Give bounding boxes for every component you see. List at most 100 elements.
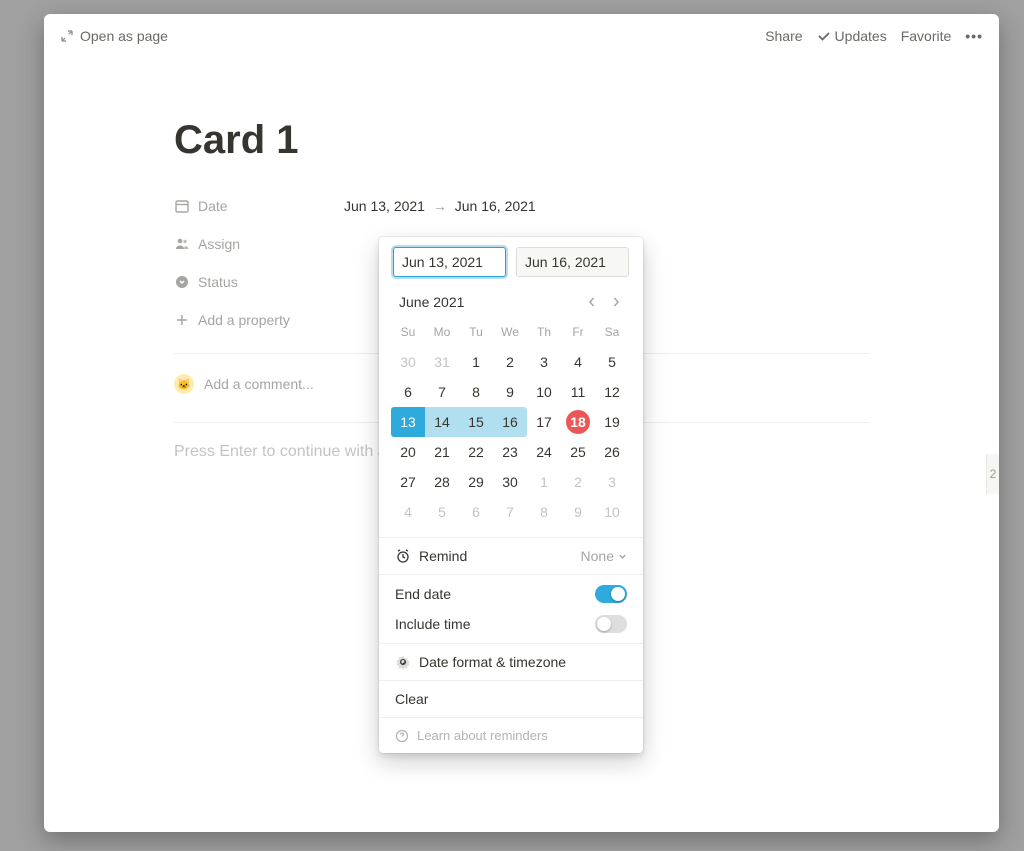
calendar-day-cell[interactable]: 12 (595, 377, 629, 407)
calendar-dow-cell: Th (527, 317, 561, 347)
calendar-day-cell[interactable]: 19 (595, 407, 629, 437)
calendar-day-cell[interactable]: 9 (493, 377, 527, 407)
people-icon (174, 236, 190, 252)
calendar-dow-cell: Fr (561, 317, 595, 347)
calendar-dow-cell: Su (391, 317, 425, 347)
calendar-day-cell[interactable]: 16 (493, 407, 527, 437)
property-key-date[interactable]: Date (174, 198, 344, 214)
remind-row[interactable]: Remind None (379, 538, 643, 574)
updates-label: Updates (835, 28, 887, 44)
calendar-day-cell[interactable]: 30 (391, 347, 425, 377)
clock-icon (395, 548, 411, 564)
calendar-week-row: 45678910 (391, 497, 631, 527)
date-end-input[interactable] (516, 247, 629, 277)
clear-button[interactable]: Clear (379, 681, 643, 717)
favorite-button[interactable]: Favorite (901, 28, 952, 44)
comment-placeholder: Add a comment... (204, 376, 314, 392)
calendar-day-cell[interactable]: 3 (595, 467, 629, 497)
calendar-day-cell[interactable]: 15 (459, 407, 493, 437)
calendar-day-cell[interactable]: 29 (459, 467, 493, 497)
calendar-day-cell[interactable]: 4 (391, 497, 425, 527)
more-button[interactable]: ••• (965, 28, 983, 44)
calendar-day-cell[interactable]: 26 (595, 437, 629, 467)
calendar-day-cell[interactable]: 11 (561, 377, 595, 407)
chevron-circle-icon (174, 274, 190, 290)
property-value-date[interactable]: Jun 13, 2021 → Jun 16, 2021 (344, 198, 536, 214)
prev-month-button[interactable] (581, 291, 603, 313)
date-start-value: Jun 13, 2021 (344, 198, 425, 214)
calendar-day-cell[interactable]: 17 (527, 407, 561, 437)
calendar-day-cell[interactable]: 8 (459, 377, 493, 407)
calendar-day-cell[interactable]: 5 (595, 347, 629, 377)
calendar-day-cell[interactable]: 30 (493, 467, 527, 497)
include-time-toggle[interactable] (595, 615, 627, 633)
calendar-day-cell[interactable]: 13 (391, 407, 425, 437)
calendar-dow-cell: Sa (595, 317, 629, 347)
calendar-day-cell[interactable]: 2 (493, 347, 527, 377)
date-format-row[interactable]: Date format & timezone (379, 644, 643, 680)
peek-card[interactable]: 2 (986, 454, 999, 494)
calendar-day-cell[interactable]: 4 (561, 347, 595, 377)
calendar-day-cell[interactable]: 1 (527, 467, 561, 497)
updates-button[interactable]: Updates (817, 28, 887, 44)
calendar-day-cell[interactable]: 23 (493, 437, 527, 467)
calendar-dow-cell: Tu (459, 317, 493, 347)
calendar-dow-row: SuMoTuWeThFrSa (391, 317, 631, 347)
include-time-row: Include time (379, 609, 643, 643)
arrow-right-icon: → (429, 198, 451, 214)
open-as-page-button[interactable]: Open as page (60, 28, 168, 44)
property-key-date-label: Date (198, 198, 228, 214)
calendar-day-cell[interactable]: 22 (459, 437, 493, 467)
calendar-day-cell[interactable]: 20 (391, 437, 425, 467)
calendar-day-cell[interactable]: 18 (561, 407, 595, 437)
calendar-day-cell[interactable]: 14 (425, 407, 459, 437)
page-modal: Open as page Share Updates Favorite ••• … (44, 14, 999, 832)
date-format-label: Date format & timezone (419, 654, 566, 670)
help-icon (395, 729, 409, 743)
calendar-day-cell[interactable]: 7 (493, 497, 527, 527)
calendar-day-cell[interactable]: 10 (527, 377, 561, 407)
calendar-day-cell[interactable]: 8 (527, 497, 561, 527)
share-button[interactable]: Share (765, 28, 802, 44)
next-month-button[interactable] (605, 291, 627, 313)
calendar-day-cell[interactable]: 7 (425, 377, 459, 407)
calendar-day-cell[interactable]: 31 (425, 347, 459, 377)
property-row-date: Date Jun 13, 2021 → Jun 16, 2021 (174, 187, 869, 225)
date-start-input[interactable] (393, 247, 506, 277)
page-title[interactable]: Card 1 (174, 118, 869, 163)
calendar-icon (174, 198, 190, 214)
clear-label: Clear (395, 691, 428, 707)
end-date-toggle[interactable] (595, 585, 627, 603)
gear-icon (395, 654, 411, 670)
calendar-day-cell[interactable]: 21 (425, 437, 459, 467)
end-date-label: End date (395, 586, 451, 602)
calendar-day-cell[interactable]: 10 (595, 497, 629, 527)
calendar-week-row: 13141516171819 (391, 407, 631, 437)
calendar-day-cell[interactable]: 24 (527, 437, 561, 467)
calendar-week-row: 27282930123 (391, 467, 631, 497)
property-key-assign-label: Assign (198, 236, 240, 252)
property-key-status[interactable]: Status (174, 274, 344, 290)
calendar-day-cell[interactable]: 25 (561, 437, 595, 467)
learn-reminders-link[interactable]: Learn about reminders (379, 718, 643, 753)
calendar-day-cell[interactable]: 27 (391, 467, 425, 497)
calendar-week-row: 6789101112 (391, 377, 631, 407)
date-picker-popover: June 2021 SuMoTuWeThFrSa 303112345678910… (379, 237, 643, 753)
calendar-day-cell[interactable]: 9 (561, 497, 595, 527)
calendar-day-cell[interactable]: 28 (425, 467, 459, 497)
calendar-day-cell[interactable]: 3 (527, 347, 561, 377)
property-key-assign[interactable]: Assign (174, 236, 344, 252)
calendar-day-cell[interactable]: 5 (425, 497, 459, 527)
plus-icon (174, 312, 190, 328)
expand-icon (60, 29, 74, 43)
calendar-month-label: June 2021 (399, 294, 464, 310)
calendar-day-cell[interactable]: 2 (561, 467, 595, 497)
calendar-day-cell[interactable]: 6 (459, 497, 493, 527)
calendar-day-cell[interactable]: 6 (391, 377, 425, 407)
chevron-down-icon (618, 552, 627, 561)
include-time-label: Include time (395, 616, 470, 632)
remind-value: None (581, 548, 614, 564)
calendar-day-cell[interactable]: 1 (459, 347, 493, 377)
open-as-page-label: Open as page (80, 28, 168, 44)
property-key-status-label: Status (198, 274, 238, 290)
